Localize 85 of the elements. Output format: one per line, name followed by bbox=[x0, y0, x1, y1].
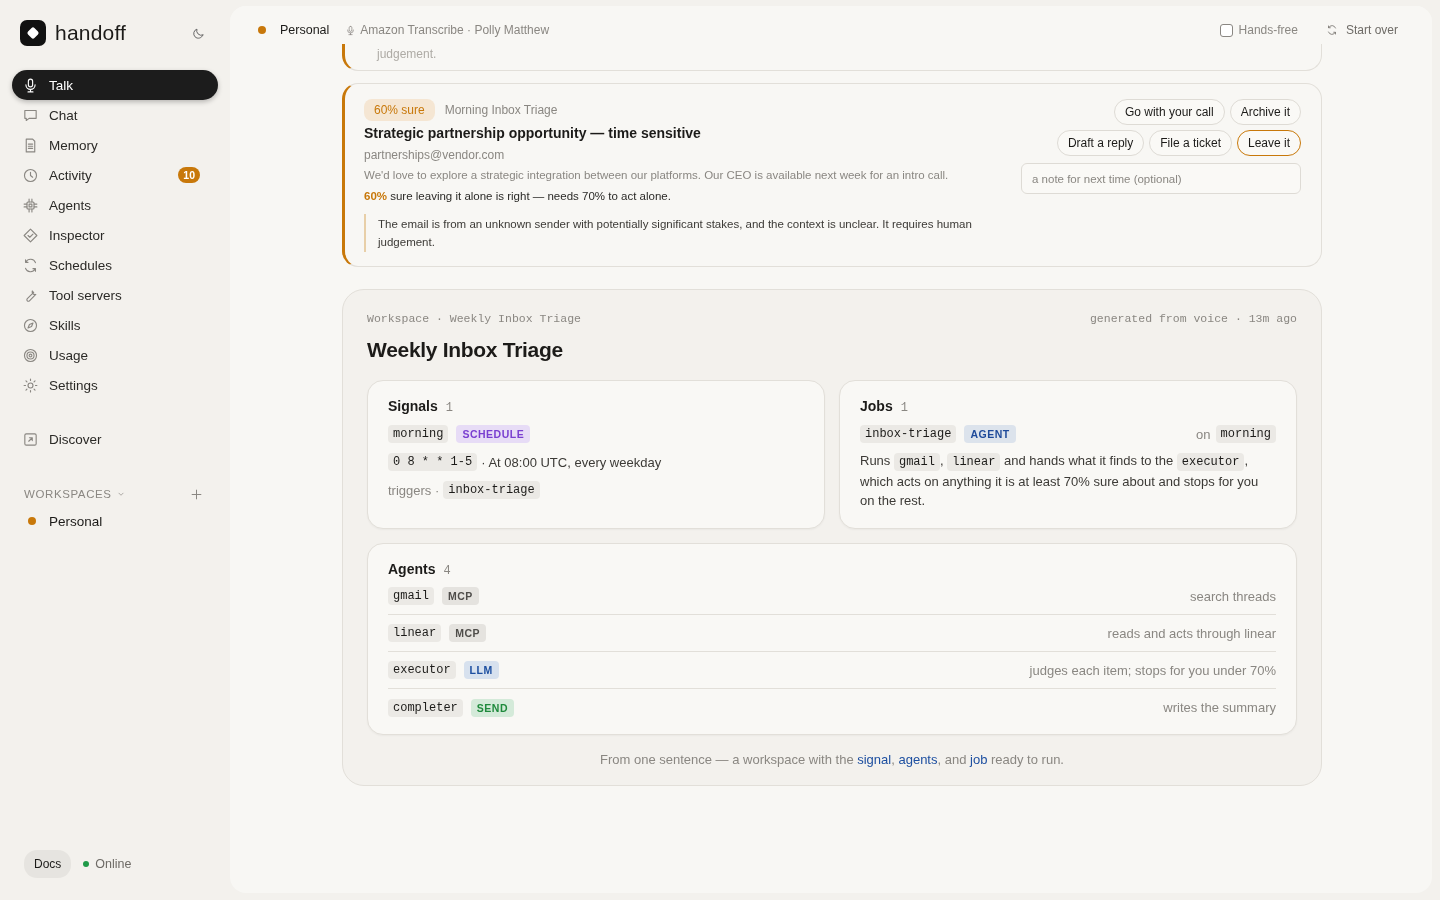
section-heading: Signals bbox=[388, 398, 438, 414]
type-tag: MCP bbox=[449, 624, 487, 642]
agent-description: reads and acts through linear bbox=[1107, 625, 1276, 641]
start-over-button[interactable]: Start over bbox=[1325, 23, 1398, 37]
workspace-switcher[interactable]: Personal bbox=[258, 23, 330, 37]
workspace-label: Personal bbox=[280, 23, 330, 37]
action-button[interactable]: Draft a reply bbox=[1056, 130, 1145, 156]
action-button[interactable]: Archive it bbox=[1229, 99, 1301, 125]
nav-item[interactable]: Activity 10 bbox=[12, 160, 218, 190]
plus-icon[interactable] bbox=[189, 486, 204, 502]
agent-description: writes the summary bbox=[1163, 700, 1276, 715]
item-title: Strategic partnership opportunity — time sensitive bbox=[364, 125, 702, 141]
nav-item[interactable]: Discover bbox=[12, 424, 218, 454]
cron-expression: 0 8 * * 1-5 bbox=[388, 453, 478, 471]
workspace-title: Weekly Inbox Triage bbox=[367, 338, 564, 362]
checkbox-label: Hands-free bbox=[1238, 23, 1298, 37]
action-button[interactable]: File a ticket bbox=[1149, 130, 1232, 156]
type-tag: AGENT bbox=[964, 425, 1016, 443]
nav-item[interactable]: Tool servers bbox=[12, 280, 218, 310]
agent-name: completer bbox=[388, 698, 463, 717]
clock-icon bbox=[22, 166, 39, 184]
job-description: Runs gmail , linear and hands what it finds to the executor , which acts on anything it is at least 70% sure about and stops for you on the rest. bbox=[860, 452, 1260, 510]
note-field[interactable]: a note for next time (optional) bbox=[1021, 163, 1301, 194]
agent-description: judges each item; stops for you under 70% bbox=[1029, 662, 1276, 678]
agent-name: gmail bbox=[388, 587, 434, 605]
nav-item[interactable]: Talk bbox=[12, 70, 218, 100]
count-badge: 10 bbox=[178, 167, 200, 183]
verdict-text: 60% sure leaving it alone is right — needs 70% to act alone. bbox=[364, 190, 672, 202]
generated-meta: generated from voice · 13m ago bbox=[1089, 312, 1297, 325]
agent-description: search threads bbox=[1190, 588, 1276, 604]
reason-text: judgement. bbox=[377, 47, 437, 61]
type-tag: SEND bbox=[470, 698, 514, 717]
nav-item[interactable]: Agents bbox=[12, 190, 218, 220]
signal-name: morning bbox=[388, 425, 449, 443]
item-count: 4 bbox=[443, 564, 451, 578]
confidence-badge: 60% sure bbox=[364, 99, 435, 121]
item-count: 1 bbox=[445, 401, 453, 415]
checkbox[interactable] bbox=[1219, 23, 1233, 37]
nav-item[interactable]: Usage bbox=[12, 340, 218, 370]
refresh-icon bbox=[22, 256, 39, 274]
job-name: inbox-triage bbox=[860, 425, 957, 443]
item-count: 1 bbox=[900, 401, 908, 415]
microphone-icon bbox=[345, 24, 357, 36]
chip-icon bbox=[22, 196, 39, 214]
reason-text: The email is from an unknown sender with potentially significant stakes, and the context is unclear. It requires human judgement. bbox=[364, 214, 991, 252]
job-name: inbox-triage bbox=[443, 481, 540, 499]
docs-button[interactable]: Docs bbox=[24, 850, 72, 878]
nav-item[interactable]: Chat bbox=[12, 100, 218, 130]
sun-icon bbox=[22, 376, 39, 394]
nav-item[interactable]: Inspector bbox=[12, 220, 218, 250]
signal-name: morning bbox=[1215, 425, 1276, 443]
nav-item[interactable]: Settings bbox=[12, 370, 218, 400]
summary-text: From one sentence — a workspace with the signal, agents, and job ready to run. bbox=[599, 752, 1065, 767]
refresh-icon bbox=[1325, 24, 1338, 36]
source-label: Morning Inbox Triage bbox=[444, 103, 558, 117]
diamond-check-icon bbox=[22, 226, 39, 244]
nav-item[interactable]: Schedules bbox=[12, 250, 218, 280]
type-tag: MCP bbox=[442, 587, 479, 605]
breadcrumb: Workspace · Weekly Inbox Triage bbox=[367, 312, 581, 325]
message-preview: We'd love to explore a strategic integration between our platforms. Our CEO is available next week for an intro call. bbox=[364, 169, 950, 181]
action-button[interactable]: Go with your call bbox=[1113, 99, 1225, 125]
agent-name: linear bbox=[388, 624, 442, 642]
text-link[interactable]: job bbox=[970, 752, 988, 767]
compass-icon bbox=[22, 316, 39, 334]
agent-name: executor bbox=[388, 661, 456, 679]
type-tag: LLM bbox=[463, 661, 499, 679]
section-heading: Agents bbox=[388, 561, 436, 577]
section-heading: Jobs bbox=[860, 398, 893, 414]
type-tag: SCHEDULE bbox=[456, 425, 531, 443]
workspace-item[interactable]: Personal bbox=[12, 506, 218, 536]
nav-item[interactable]: Memory bbox=[12, 130, 218, 160]
triggers-label: triggers · bbox=[388, 482, 440, 498]
schedule-text: · At 08:00 UTC, every weekday bbox=[481, 454, 662, 470]
status-label: Online bbox=[95, 857, 132, 871]
brand-name: handoff bbox=[55, 21, 127, 45]
voice-label: Amazon Transcribe · Polly Matthew bbox=[360, 23, 550, 37]
arrow-box-icon bbox=[22, 430, 39, 448]
action-button[interactable]: Leave it bbox=[1236, 130, 1301, 156]
microphone-icon bbox=[22, 76, 39, 94]
target-icon bbox=[22, 346, 39, 364]
section-heading: WORKSPACES bbox=[24, 488, 112, 500]
nav-item[interactable]: Skills bbox=[12, 310, 218, 340]
logo-icon bbox=[20, 20, 46, 46]
sender-address: partnerships@vendor.com bbox=[364, 148, 506, 162]
on-label: on bbox=[1196, 426, 1211, 442]
